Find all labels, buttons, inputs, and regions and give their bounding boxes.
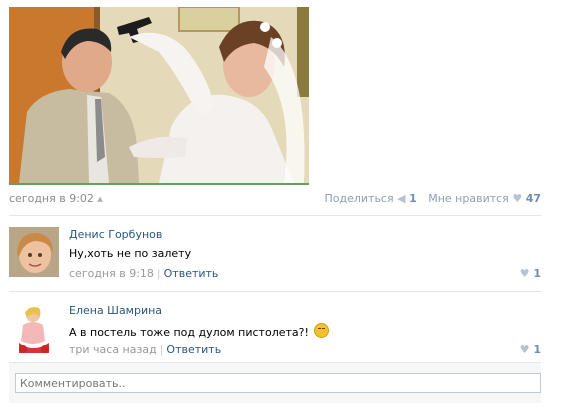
separator: |: [159, 343, 164, 356]
megaphone-icon: ◀: [397, 192, 406, 205]
heart-icon: ♥: [519, 267, 530, 280]
avatar[interactable]: [9, 303, 59, 353]
comment-like-button[interactable]: ♥ 1: [520, 343, 541, 356]
post-photo[interactable]: [9, 7, 309, 185]
comment-like-count: 1: [533, 267, 541, 280]
separator: |: [156, 267, 161, 280]
comment-info: три часа назад | Ответить: [69, 343, 221, 356]
comment-author[interactable]: Денис Горбунов: [69, 228, 162, 241]
heart-icon: ♥: [519, 343, 530, 356]
comment-text: А в постель тоже под дулом пистолета?!: [69, 326, 309, 339]
divider: [9, 215, 541, 216]
avatar-image: [9, 303, 59, 353]
comment-like-count: 1: [533, 343, 541, 356]
post-time[interactable]: сегодня в 9:02: [9, 192, 94, 205]
comment-text: Ну,хоть не по залету: [69, 247, 192, 260]
share-label: Поделиться: [324, 192, 394, 205]
comment-info: сегодня в 9:18 | Ответить: [69, 267, 218, 280]
reply-button[interactable]: Ответить: [166, 343, 221, 356]
comment-input[interactable]: [15, 373, 541, 393]
share-count: 1: [409, 192, 417, 205]
reply-button[interactable]: Ответить: [164, 267, 219, 280]
wedding-photo-image: [9, 7, 309, 183]
comment-text-row: А в постель тоже под дулом пистолета?!: [69, 323, 330, 339]
like-label: Мне нравится: [428, 192, 509, 205]
comment-time[interactable]: сегодня в 9:18: [69, 267, 154, 280]
comment-time[interactable]: три часа назад: [69, 343, 157, 356]
avatar-image: [9, 227, 59, 277]
comment-item: Денис Горбунов Ну,хоть не по залету сего…: [9, 227, 541, 287]
android-icon: ▴: [97, 192, 103, 205]
comment-author[interactable]: Елена Шамрина: [69, 304, 162, 317]
post-meta: сегодня в 9:02 ▴ Поделиться ◀ 1 Мне нрав…: [9, 192, 541, 208]
comment-like-button[interactable]: ♥ 1: [520, 267, 541, 280]
avatar[interactable]: [9, 227, 59, 277]
like-count: 47: [525, 192, 541, 205]
comment-form: [9, 362, 541, 403]
heart-icon: ♥: [512, 192, 523, 205]
comment-item: Елена Шамрина А в постель тоже под дулом…: [9, 303, 541, 363]
share-button[interactable]: Поделиться ◀ 1: [324, 192, 420, 205]
emoji-icon: [314, 323, 330, 338]
divider: [9, 291, 541, 292]
like-button[interactable]: Мне нравится ♥ 47: [428, 192, 541, 205]
